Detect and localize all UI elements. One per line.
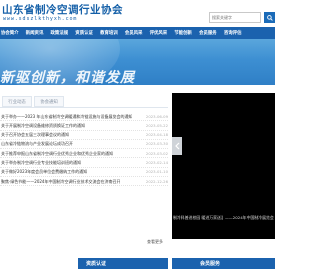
list-item[interactable]: 关于召开协会五届三次理事会议的通知 2023-04-18 (0, 131, 168, 140)
news-title[interactable]: 关于举办制冷空调行业专业技能培训班的通知 (1, 160, 81, 166)
nav-item-about[interactable]: 协会简介 (0, 30, 22, 36)
news-date: 2023-06-09 (145, 113, 168, 119)
list-item[interactable]: 山东省冷链物流与产业发展论坛成功召开 2023-03-30 (0, 140, 168, 150)
nav-item-awards[interactable]: 评优风采 (146, 30, 171, 36)
nav-item-training[interactable]: 教育培训 (96, 30, 121, 36)
nav-item-innovation[interactable]: 节能创新 (171, 30, 196, 36)
search-icon (266, 14, 273, 21)
list-item[interactable]: 关于开展制冷空调设备维修资质换证工作的通知 2023-05-22 (0, 121, 168, 131)
nav-item-member-service[interactable]: 会员服务 (196, 30, 221, 36)
site-url: www.sdszlkthyxh.com (3, 16, 78, 22)
list-item[interactable]: 关于举办制冷空调行业专业技能培训班的通知 2023-02-14 (0, 158, 168, 168)
section-header-member-service[interactable]: 会员服务 (172, 258, 275, 269)
news-title[interactable]: 关于做好2023年度会员单位会费缴纳工作的通知 (1, 169, 87, 175)
news-date: 2023-03-30 (145, 141, 168, 147)
search-button[interactable] (264, 12, 275, 23)
news-title[interactable]: 关于举办——2023 年山东省制冷空调暖通和冷链设施与设备展览会的通知 (1, 114, 132, 120)
list-item[interactable]: 关于推荐申报山东省制冷空调行业优秀企业和优秀企业家的通知 2023-03-02 (0, 149, 168, 159)
news-title[interactable]: 关于召开协会五届三次理事会议的通知 (1, 132, 69, 138)
news-title[interactable]: 关于推荐申报山东省制冷空调行业优秀企业和优秀企业家的通知 (1, 151, 113, 157)
news-title[interactable]: 关于开展制冷空调设备维修资质换证工作的通知 (1, 123, 85, 129)
nav-item-certification[interactable]: 资质认证 (72, 30, 97, 36)
chevron-left-icon (174, 142, 179, 150)
news-date: 2022-12-26 (145, 178, 168, 184)
news-date: 2023-05-22 (145, 122, 168, 128)
list-item[interactable]: 关于举办——2023 年山东省制冷空调暖通和冷链设施与设备展览会的通知 2023… (0, 112, 168, 122)
site-header: 山东省制冷空调行业协会 www.sdszlkthyxh.com (0, 0, 275, 26)
search-box (209, 12, 261, 23)
news-title[interactable]: 山东省冷链物流与产业发展论坛成功召开 (1, 141, 73, 147)
caption-right[interactable]: ——2024年中国制冷展览会 (223, 215, 274, 221)
news-list: 关于举办——2023 年山东省制冷空调暖通和冷链设施与设备展览会的通知 2023… (0, 112, 168, 187)
caption-left[interactable]: 制冷科普进校园 暖进万家送温 (172, 215, 223, 221)
site-title[interactable]: 山东省制冷空调行业协会 (2, 2, 123, 17)
list-item[interactable]: 聚焦·绿色节能——2024年中国制冷空调行业技术交流会在济南召开 2022-12… (0, 177, 168, 187)
slideshow-caption: 制冷科普进校园 暖进万家送温 ——2024年中国制冷展览会 (172, 213, 275, 223)
tab-association-notices[interactable]: 协会通知 (34, 96, 64, 107)
news-date: 2023-02-14 (145, 159, 168, 165)
news-date: 2023-04-18 (145, 132, 168, 138)
hero-banner: 新驱创新，和谐发展 (0, 39, 275, 85)
tab-industry-news[interactable]: 行业动态 (2, 96, 32, 107)
nav-item-news[interactable]: 新闻资讯 (22, 30, 47, 36)
main-nav: 协会简介 新闻资讯 政策法规 资质认证 教育培训 会员风采 评优风采 节能创新 … (0, 27, 275, 39)
list-item[interactable]: 关于做好2023年度会员单位会费缴纳工作的通知 2023-01-10 (0, 168, 168, 178)
news-date: 2023-01-10 (145, 169, 168, 175)
nav-item-consulting[interactable]: 咨询评估 (220, 30, 245, 36)
news-date: 2023-03-02 (145, 150, 168, 156)
more-link[interactable]: 查看更多 (147, 239, 163, 245)
nav-item-policy[interactable]: 政策法规 (47, 30, 72, 36)
nav-item-members[interactable]: 会员风采 (121, 30, 146, 36)
news-tabs: 行业动态 协会通知 (0, 96, 168, 108)
search-input[interactable] (210, 13, 250, 22)
banner-slogan: 新驱创新，和谐发展 (0, 70, 135, 85)
news-title[interactable]: 聚焦·绿色节能——2024年中国制冷空调行业技术交流会在济南召开 (1, 179, 120, 185)
section-header-certification[interactable]: 资质认证 (78, 258, 168, 269)
slideshow-prev-button[interactable] (172, 137, 182, 155)
